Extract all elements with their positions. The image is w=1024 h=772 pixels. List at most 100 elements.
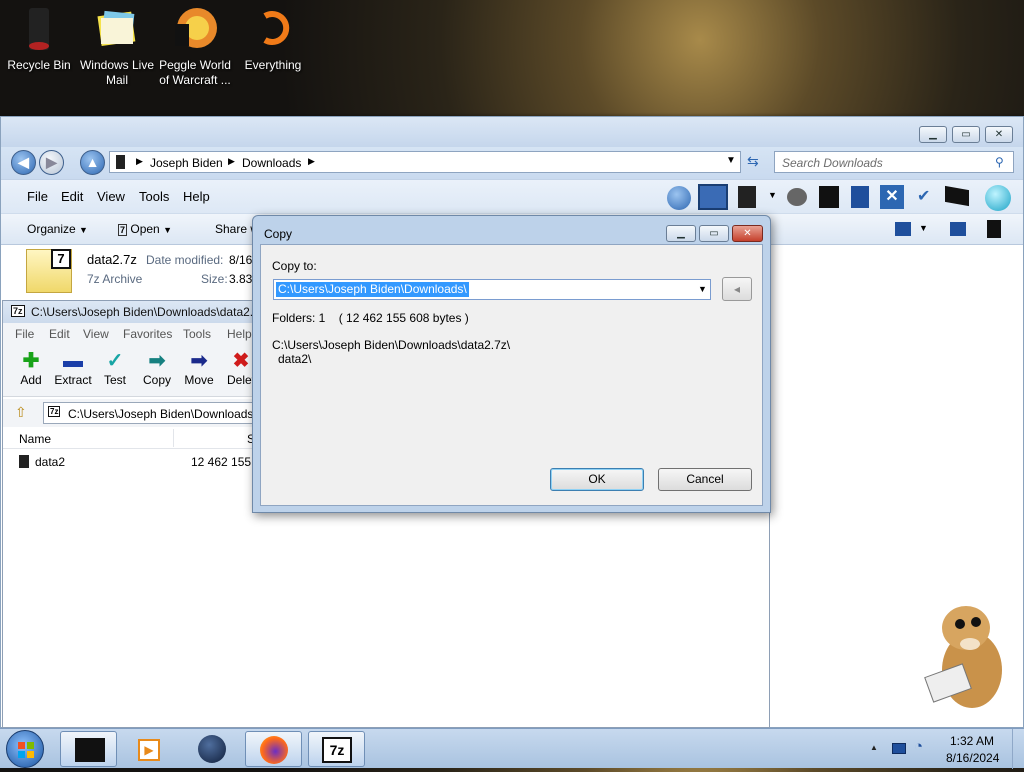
7zip-app-icon: 7z bbox=[11, 305, 25, 317]
desktop-icon-recycle-bin[interactable]: Recycle Bin bbox=[0, 6, 78, 73]
desktop-icon-windows-live-mail[interactable]: Windows Live Mail bbox=[78, 6, 156, 88]
7zip-menu-help[interactable]: Help bbox=[227, 327, 252, 341]
dialog-minimize-button[interactable]: ▁ bbox=[666, 225, 696, 242]
tray-chevron-up-icon[interactable]: ▲ bbox=[870, 743, 878, 752]
taskbar-media-player[interactable]: ▶ bbox=[120, 731, 177, 767]
taskbar-explorer[interactable] bbox=[60, 731, 117, 767]
toolbar-copy-icon[interactable] bbox=[819, 186, 839, 208]
desktop-icon-label: Everything bbox=[244, 58, 302, 72]
7zip-path-input[interactable]: 7z C:\Users\Joseph Biden\Downloads\ bbox=[43, 402, 283, 424]
maximize-button[interactable]: ▭ bbox=[952, 126, 980, 143]
media-player-icon: ▶ bbox=[138, 739, 160, 761]
cancel-button[interactable]: Cancel bbox=[658, 468, 752, 491]
toolbar-close-x-icon[interactable]: ✕ bbox=[880, 185, 904, 209]
network-icon[interactable] bbox=[892, 743, 906, 754]
7zip-menu-edit[interactable]: Edit bbox=[49, 327, 70, 341]
desktop-icon-label: Peggle World of Warcraft ... bbox=[159, 58, 231, 87]
test-button[interactable]: ✓ Test bbox=[95, 349, 135, 387]
help-icon[interactable] bbox=[987, 220, 1001, 238]
toolbar-checkmark-icon[interactable]: ✔ bbox=[917, 186, 930, 206]
explorer-menubar: File Edit View Tools Help ▼ ✕ ✔ bbox=[1, 179, 1023, 213]
menu-tools[interactable]: Tools bbox=[139, 189, 169, 204]
chevron-down-icon[interactable]: ▼ bbox=[698, 284, 707, 294]
copy-arrow-icon: ➡ bbox=[148, 350, 166, 372]
7zip-menu-file[interactable]: File bbox=[15, 327, 34, 341]
volume-icon[interactable]: ◔ bbox=[914, 738, 923, 755]
start-button[interactable] bbox=[6, 730, 44, 768]
taskbar-firefox[interactable] bbox=[245, 731, 302, 767]
7zip-menu-tools[interactable]: Tools bbox=[183, 327, 211, 341]
details-modified-value: 8/16 bbox=[229, 253, 253, 267]
close-button[interactable]: ✕ bbox=[985, 126, 1013, 143]
delete-label: Delet bbox=[226, 373, 255, 387]
tray-time[interactable]: 1:32 AM bbox=[950, 734, 994, 748]
toolbar-window-icon[interactable] bbox=[698, 184, 728, 210]
toolbar-document-icon[interactable] bbox=[851, 186, 869, 208]
open-button[interactable]: 7 Open ▼ bbox=[118, 222, 172, 236]
toolbar-globe-icon[interactable] bbox=[985, 185, 1011, 211]
7zip-menu-favorites[interactable]: Favorites bbox=[123, 327, 172, 341]
minimize-button[interactable]: ▁ bbox=[919, 126, 947, 143]
dialog-maximize-button[interactable]: ▭ bbox=[699, 225, 729, 242]
breadcrumb-joseph-biden[interactable]: Joseph Biden bbox=[150, 156, 223, 170]
desktop-icon-label: Recycle Bin bbox=[7, 58, 71, 72]
organize-button[interactable]: Organize ▼ bbox=[27, 222, 88, 236]
dialog-close-button[interactable]: ✕ bbox=[732, 225, 763, 242]
taskbar-globe[interactable] bbox=[184, 731, 241, 767]
up-button[interactable]: ▲ bbox=[80, 150, 105, 175]
refresh-icon[interactable]: ⇆ bbox=[747, 153, 759, 170]
toolbar-tag-icon[interactable] bbox=[945, 185, 969, 207]
7zip-path-text: C:\Users\Joseph Biden\Downloads\ bbox=[68, 407, 257, 421]
taskbar: ▶ 7z ▲ ◔ 1:32 AM 8/16/2024 bbox=[0, 728, 1024, 769]
firefox-icon bbox=[260, 736, 288, 764]
dialog-title: Copy bbox=[264, 227, 293, 241]
chevron-down-icon[interactable]: ▼ bbox=[768, 190, 777, 200]
taskbar-7zip[interactable]: 7z bbox=[308, 731, 365, 767]
menu-file[interactable]: File bbox=[27, 189, 48, 204]
windows-live-mail-icon bbox=[95, 6, 139, 52]
tray-date[interactable]: 8/16/2024 bbox=[946, 751, 999, 765]
row-name: data2 bbox=[35, 455, 66, 469]
hamster-gadget bbox=[910, 600, 1010, 710]
menu-help[interactable]: Help bbox=[183, 189, 210, 204]
folder-icon bbox=[19, 455, 29, 468]
ok-button[interactable]: OK bbox=[550, 468, 644, 491]
up-folder-icon[interactable]: ⇧ bbox=[15, 404, 27, 421]
move-button[interactable]: ➡ Move bbox=[179, 349, 219, 387]
desktop-icon-peggle[interactable]: Peggle World of Warcraft ... bbox=[156, 6, 234, 88]
back-button[interactable]: ◀ bbox=[11, 150, 36, 175]
explorer-icon bbox=[75, 738, 105, 762]
chevron-down-icon[interactable]: ▼ bbox=[919, 223, 928, 233]
copy-to-combobox[interactable]: C:\Users\Joseph Biden\Downloads\ ▼ bbox=[273, 279, 711, 300]
extract-button[interactable]: ▬ Extract bbox=[53, 349, 93, 387]
address-bar[interactable]: ▶ Joseph Biden ▶ Downloads ▶ ▼ bbox=[109, 151, 741, 173]
toolbar-up-icon[interactable] bbox=[667, 186, 691, 210]
add-button[interactable]: ✚ Add bbox=[11, 349, 51, 387]
explorer-titlebar: ▁ ▭ ✕ bbox=[1, 117, 1023, 147]
desktop-icon-everything[interactable]: Everything bbox=[234, 6, 312, 73]
7z-icon: 7 bbox=[118, 224, 128, 236]
7zip-menu-view[interactable]: View bbox=[83, 327, 109, 341]
dialog-info: Folders: 1 ( 12 462 155 608 bytes ) bbox=[272, 311, 469, 325]
details-size-label: Size: bbox=[201, 272, 228, 286]
copy-to-label: Copy to: bbox=[272, 259, 317, 273]
forward-button[interactable]: ▶ bbox=[39, 150, 64, 175]
menu-edit[interactable]: Edit bbox=[61, 189, 83, 204]
copy-button[interactable]: ➡ Copy bbox=[137, 349, 177, 387]
breadcrumb-downloads[interactable]: Downloads bbox=[242, 156, 301, 170]
search-icon[interactable]: ⚲ bbox=[995, 155, 1004, 169]
preview-pane-icon[interactable] bbox=[950, 222, 966, 236]
view-icon[interactable] bbox=[895, 222, 911, 236]
toolbar-archive-icon[interactable] bbox=[738, 186, 756, 208]
search-input[interactable]: Search Downloads ⚲ bbox=[774, 151, 1014, 173]
show-desktop-button[interactable] bbox=[1012, 729, 1024, 769]
chevron-down-icon[interactable]: ▼ bbox=[726, 155, 736, 166]
toolbar-camera-icon[interactable] bbox=[787, 188, 807, 206]
test-icon: ✓ bbox=[106, 350, 124, 372]
column-name[interactable]: Name bbox=[19, 432, 51, 446]
menu-view[interactable]: View bbox=[97, 189, 125, 204]
extract-icon: ▬ bbox=[63, 350, 83, 372]
archive-file-icon: 7 bbox=[26, 249, 72, 293]
browse-button[interactable]: ◂ bbox=[722, 277, 752, 301]
details-size-value: 3.83 bbox=[229, 272, 253, 286]
